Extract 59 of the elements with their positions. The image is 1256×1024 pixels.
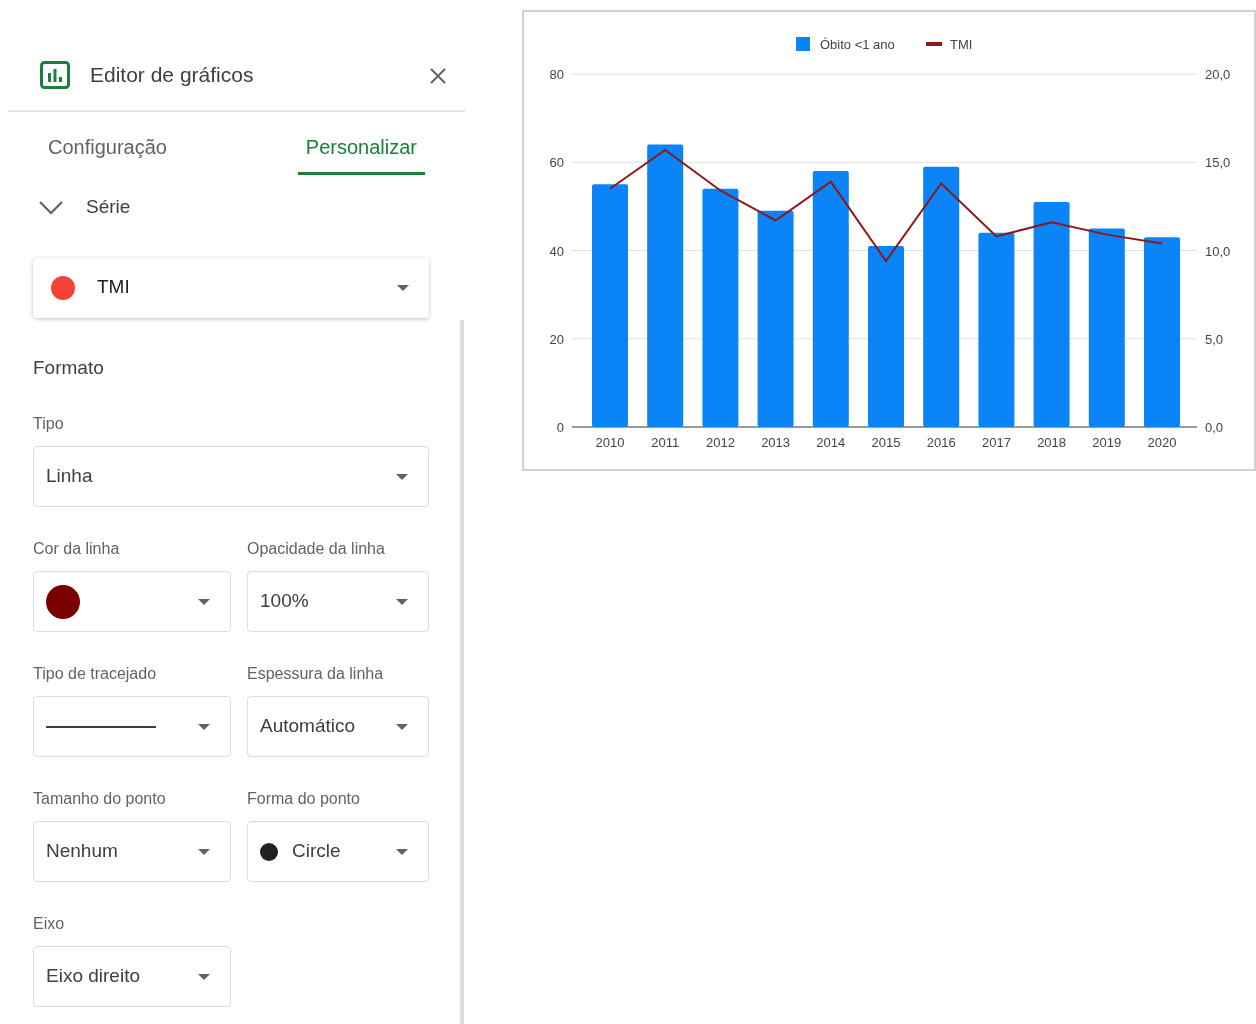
axis-tick-label: 10,0 [1205, 243, 1231, 259]
axis-tick-label: 2019 [1092, 435, 1122, 450]
caret-icon [198, 973, 210, 980]
axis-tick-label: 2018 [1037, 435, 1067, 450]
caret-icon [396, 723, 408, 730]
section-title: Série [86, 195, 131, 219]
section-heading: Formato [32, 355, 105, 380]
circle-icon [260, 842, 278, 861]
axis-tick-label: 2020 [1147, 435, 1177, 450]
close-icon [429, 66, 447, 85]
dropdown-field[interactable]: Nenhum [33, 821, 231, 882]
caret-icon [396, 473, 408, 480]
axis-tick-label: 0,0 [1205, 420, 1224, 435]
axis-tick-label: 20 [549, 331, 564, 347]
field-label: Eixo [33, 914, 66, 934]
scrollbar[interactable] [460, 320, 464, 1024]
caret-icon [396, 598, 408, 605]
legend-label: Óbito <1 ano [820, 37, 895, 52]
caret-icon [397, 284, 409, 291]
axis-tick-label: 2010 [595, 435, 625, 450]
field-label: Tamanho do ponto [33, 789, 167, 809]
dropdown-field[interactable]: Linha [33, 446, 429, 507]
chart-icon [40, 61, 70, 89]
axis-tick-label: 2011 [651, 435, 680, 450]
caret-icon [198, 848, 210, 855]
axis-tick-label: 2013 [761, 435, 791, 450]
axis-tick-label: 2017 [981, 435, 1011, 450]
caret-icon [198, 598, 210, 605]
field-label: Espessura da linha [247, 664, 385, 684]
dropdown-field[interactable]: Circle [247, 821, 429, 882]
series-dropdown[interactable]: TMI [33, 257, 429, 318]
dropdown-field[interactable]: Eixo direito [33, 946, 231, 1007]
axis-tick-label: 2012 [705, 435, 735, 450]
axis-tick-label: 2015 [871, 435, 901, 450]
dropdown-field[interactable] [33, 696, 231, 757]
caret-icon [198, 723, 210, 730]
axis-tick-label: 60 [549, 155, 564, 171]
dropdown-field[interactable] [33, 571, 231, 632]
dropdown-field[interactable]: 100% [247, 571, 429, 632]
axis-tick-label: 40 [549, 243, 564, 259]
field-label: Tipo de tracejado [33, 664, 158, 684]
field-label: Cor da linha [33, 539, 121, 559]
axis-tick-label: 5,0 [1205, 331, 1224, 347]
solid-line-icon [46, 725, 156, 728]
field-label: Tipo [33, 414, 65, 434]
legend-label: TMI [950, 37, 973, 52]
field-label: Forma do ponto [247, 789, 361, 809]
axis-tick-label: 2014 [816, 435, 846, 450]
axis-tick-label: 0 [556, 420, 564, 435]
axis-tick-label: 2016 [926, 435, 956, 450]
dropdown-field[interactable]: Automático [247, 696, 429, 757]
axis-tick-label: 15,0 [1205, 155, 1231, 171]
field-label: Opacidade da linha [247, 539, 386, 559]
axis-tick-label: 80 [549, 67, 564, 82]
panel-title: Editor de gráficos [90, 62, 255, 89]
tab[interactable]: Personalizar [297, 126, 425, 175]
axis-tick-label: 20,0 [1205, 67, 1231, 82]
caret-icon [396, 848, 408, 855]
tab[interactable]: Configuração [40, 126, 175, 175]
